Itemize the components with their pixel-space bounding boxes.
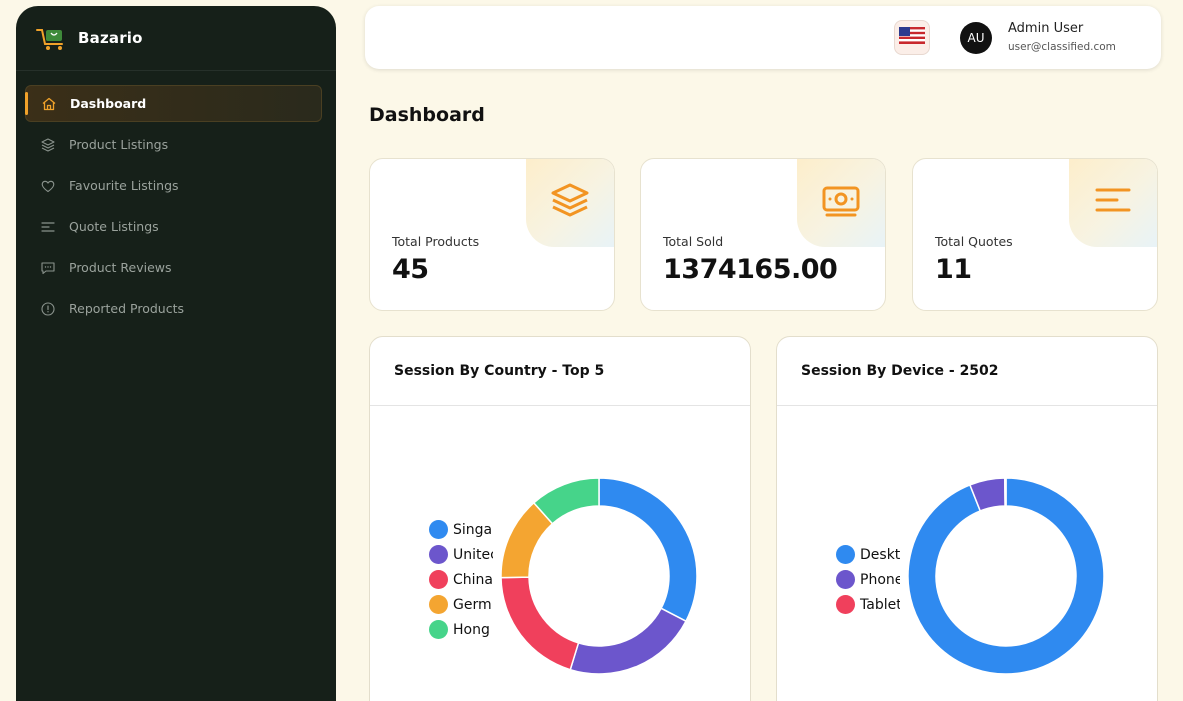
- home-icon: [40, 95, 58, 113]
- stat-icon-badge: [1069, 159, 1157, 247]
- legend-label: Hong: [453, 621, 490, 638]
- legend-label: China: [453, 571, 493, 588]
- device-donut-chart: [907, 477, 1105, 675]
- sidebar-item-favourite-listings[interactable]: Favourite Listings: [25, 167, 322, 204]
- sidebar-item-label: Reported Products: [69, 301, 185, 316]
- stat-card-total-quotes: Total Quotes 11: [912, 158, 1158, 311]
- alert-circle-icon: [39, 300, 57, 318]
- language-selector-button[interactable]: [894, 20, 930, 55]
- legend-dot: [836, 545, 855, 564]
- avatar[interactable]: AU: [960, 22, 992, 54]
- chart-title: Session By Country - Top 5: [370, 337, 750, 406]
- legend-label: Phone: [860, 571, 900, 588]
- legend-item[interactable]: Germ: [429, 592, 493, 617]
- stat-card-total-products: Total Products 45: [369, 158, 615, 311]
- message-icon: [39, 259, 57, 277]
- legend-item[interactable]: Singap: [429, 517, 493, 542]
- legend-item[interactable]: Hong: [429, 617, 493, 642]
- donut-slice-0[interactable]: [598, 477, 698, 623]
- sidebar-item-dashboard[interactable]: Dashboard: [25, 85, 322, 122]
- donut-slice-2[interactable]: [1004, 477, 1007, 507]
- legend-label: Deskt: [860, 546, 900, 563]
- stat-value: 45: [392, 254, 429, 285]
- legend-dot: [836, 570, 855, 589]
- user-name[interactable]: Admin User: [1008, 21, 1083, 36]
- lines-icon: [39, 218, 57, 236]
- legend-dot: [429, 595, 448, 614]
- legend-label: Singap: [453, 521, 493, 538]
- stat-label: Total Products: [392, 234, 480, 249]
- device-chart-card: Session By Device - 2502 Deskt Phone Table…: [776, 336, 1158, 701]
- sidebar-item-quote-listings[interactable]: Quote Listings: [25, 208, 322, 245]
- country-chart-card: Session By Country - Top 5 Singap Unitec C…: [369, 336, 751, 701]
- stat-value: 1374165.00: [663, 254, 838, 285]
- legend-label: Tablet: [860, 596, 900, 613]
- brand-name: Bazario: [78, 29, 143, 47]
- sidebar-item-label: Product Reviews: [69, 260, 172, 275]
- legend-dot: [429, 520, 448, 539]
- stat-label: Total Sold: [663, 234, 724, 249]
- brand[interactable]: Bazario: [16, 6, 336, 71]
- sidebar-item-label: Dashboard: [70, 96, 147, 111]
- sidebar-item-label: Product Listings: [69, 137, 169, 152]
- legend-item[interactable]: Phone: [836, 567, 900, 592]
- legend-item[interactable]: Unitec: [429, 542, 493, 567]
- us-flag-icon: [899, 27, 925, 48]
- legend-dot: [836, 595, 855, 614]
- donut-slice-2[interactable]: [500, 576, 580, 671]
- sidebar-item-label: Favourite Listings: [69, 178, 179, 193]
- page-title: Dashboard: [369, 104, 485, 126]
- chart-legend: Deskt Phone Tablet: [836, 542, 900, 617]
- legend-label: Unitec: [453, 546, 493, 563]
- stat-icon-badge: [797, 159, 885, 247]
- legend-item[interactable]: China: [429, 567, 493, 592]
- money-icon: [818, 178, 864, 228]
- sidebar: Bazario Dashboard Product Listings Favou…: [16, 6, 336, 701]
- donut-slice-1[interactable]: [569, 607, 687, 675]
- layers-icon: [39, 136, 57, 154]
- sidebar-item-reported-products[interactable]: Reported Products: [25, 290, 322, 327]
- layers-icon: [547, 178, 593, 228]
- chart-legend: Singap Unitec China Germ Hong: [429, 517, 493, 642]
- legend-label: Germ: [453, 596, 492, 613]
- sidebar-item-label: Quote Listings: [69, 219, 159, 234]
- legend-item[interactable]: Tablet: [836, 592, 900, 617]
- legend-dot: [429, 545, 448, 564]
- stat-icon-badge: [526, 159, 614, 247]
- legend-item[interactable]: Deskt: [836, 542, 900, 567]
- legend-dot: [429, 570, 448, 589]
- user-email: user@classified.com: [1008, 41, 1116, 53]
- stat-label: Total Quotes: [935, 234, 1013, 249]
- cart-logo-icon: [36, 24, 68, 52]
- sidebar-item-product-listings[interactable]: Product Listings: [25, 126, 322, 163]
- sidebar-item-product-reviews[interactable]: Product Reviews: [25, 249, 322, 286]
- chart-title: Session By Device - 2502: [777, 337, 1157, 406]
- stat-card-total-sold: Total Sold 1374165.00: [640, 158, 886, 311]
- country-donut-chart: [500, 477, 698, 675]
- sidebar-nav: Dashboard Product Listings Favourite Lis…: [16, 71, 336, 327]
- top-header: AU Admin User user@classified.com: [365, 6, 1161, 69]
- stat-value: 11: [935, 254, 972, 285]
- heart-icon: [39, 177, 57, 195]
- legend-dot: [429, 620, 448, 639]
- donut-slice-0[interactable]: [907, 477, 1105, 675]
- lines-icon: [1090, 178, 1136, 228]
